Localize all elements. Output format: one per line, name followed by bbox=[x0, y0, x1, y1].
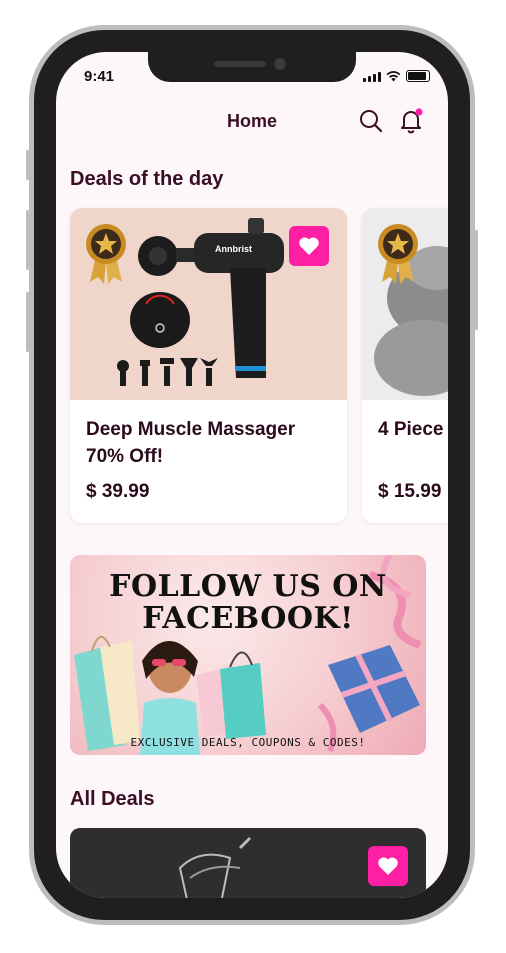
deal-title: Deep Muscle Massager 70% Off! bbox=[86, 419, 296, 467]
wifi-icon bbox=[386, 71, 401, 82]
notch bbox=[148, 52, 356, 82]
status-icons bbox=[363, 70, 430, 82]
deal-title: 4 Piece bbox=[378, 419, 444, 440]
bell-icon bbox=[401, 108, 423, 134]
deal-price: $ 39.99 bbox=[86, 481, 150, 502]
banner-subtitle: EXCLUSIVE DEALS, COUPONS & CODES! bbox=[130, 736, 366, 749]
status-time: 9:41 bbox=[84, 68, 115, 85]
search-icon bbox=[360, 110, 383, 133]
deal-price: $ 15.99 bbox=[378, 481, 442, 502]
battery-icon bbox=[406, 70, 430, 82]
phone-frame: 9:41 Home Deals of the day Annbrist Deep… bbox=[26, 30, 478, 920]
notifications-button[interactable] bbox=[398, 106, 424, 134]
power-button bbox=[474, 230, 478, 330]
app-screen: 9:41 Home Deals of the day Annbrist Deep… bbox=[56, 52, 448, 898]
deal-card[interactable]: Annbrist Deep Muscle Massager 70% Off! $… bbox=[70, 208, 347, 523]
deal-card[interactable]: 4 Piece $ 15.99 bbox=[362, 208, 448, 523]
facebook-promo-banner[interactable]: FOLLOW US ON FACEBOOK! EXCLUSIVE DEALS, … bbox=[70, 555, 426, 755]
banner-title: FOLLOW US ON FACEBOOK! bbox=[109, 569, 387, 636]
all-deals-card[interactable] bbox=[70, 828, 426, 898]
heart-icon bbox=[299, 237, 319, 255]
mute-switch bbox=[26, 150, 30, 180]
favorite-button[interactable] bbox=[289, 226, 329, 266]
volume-down-button bbox=[26, 292, 30, 352]
page-title: Home bbox=[226, 111, 277, 131]
volume-up-button bbox=[26, 210, 30, 270]
heart-icon bbox=[378, 857, 398, 875]
speaker bbox=[214, 61, 266, 67]
section-title-all-deals: All Deals bbox=[70, 788, 155, 810]
section-title-deals-of-the-day: Deals of the day bbox=[70, 168, 224, 190]
signal-icon bbox=[363, 72, 381, 82]
award-badge-icon bbox=[376, 222, 420, 286]
favorite-button[interactable] bbox=[368, 846, 408, 886]
front-camera bbox=[274, 58, 286, 70]
search-button[interactable] bbox=[358, 108, 384, 134]
product-brand-label: Annbrist bbox=[215, 244, 252, 254]
award-badge-icon bbox=[84, 222, 128, 286]
